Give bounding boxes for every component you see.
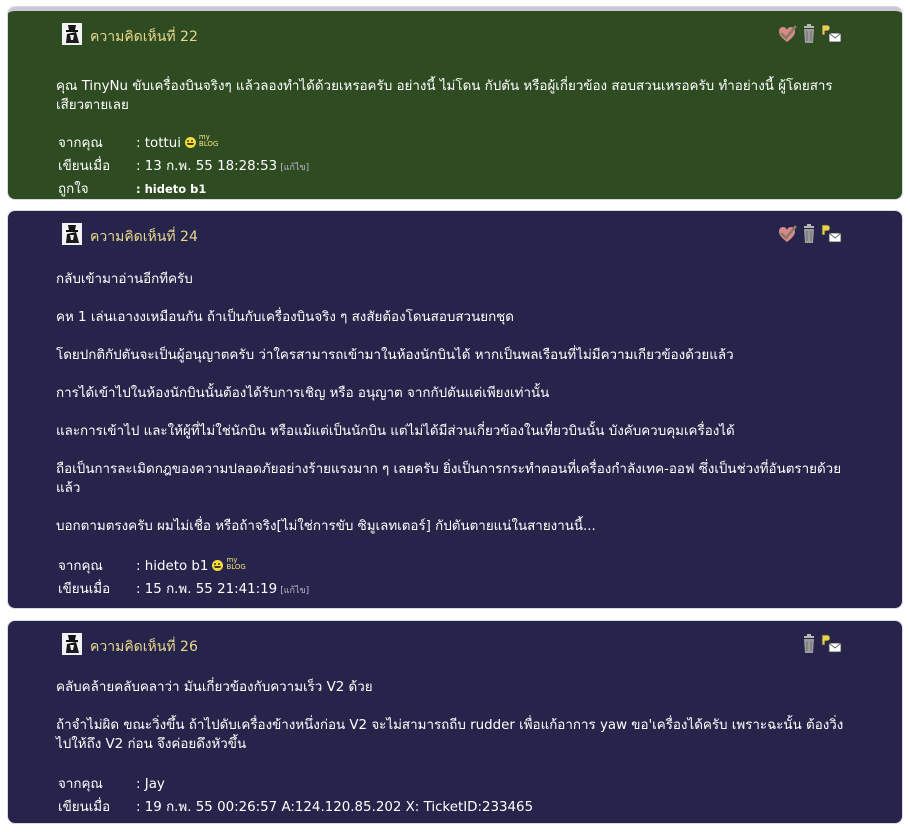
- edit-link[interactable]: [แก้ไข]: [280, 586, 309, 596]
- comment-body: คุณ TinyNu ขับเครื่องบินจริงๆ แล้วลองทำไ…: [56, 77, 854, 115]
- trash-icon[interactable]: [798, 223, 820, 245]
- author-name[interactable]: : tottui: [136, 136, 181, 151]
- comment-title: ความคิดเห็นที่ 26: [90, 639, 198, 655]
- author-name[interactable]: : hideto b1: [136, 559, 208, 574]
- comment-paragraph: ถือเป็นการละเมิดกฎของความปลอดภัยอย่างร้า…: [56, 462, 842, 496]
- comment-paragraph: คลับคล้ายคลับคลาว่า มันเกี่ยวข้องกับความ…: [56, 680, 373, 695]
- written-label: เขียนเมื่อ: [58, 159, 111, 174]
- written-timestamp: : 15 ก.พ. 55 21:41:19: [136, 582, 278, 597]
- comment-header: ความคิดเห็นที่ 26: [62, 633, 902, 657]
- myblog-icon[interactable]: my BLOG: [199, 134, 218, 148]
- comment-paragraph: คห 1 เล่นเอางงเหมือนกัน ถ้าเป็นกับเครื่อ…: [56, 310, 514, 325]
- check-heart-icon[interactable]: [776, 223, 798, 245]
- comment-header: ความคิดเห็นที่ 22: [62, 23, 902, 47]
- trash-icon[interactable]: [798, 23, 820, 45]
- comment-paragraph: กลับเข้ามาอ่านอีกทีครับ: [56, 272, 193, 287]
- comment-body: กลับเข้ามาอ่านอีกทีครับ คห 1 เล่นเอางงเห…: [56, 270, 854, 536]
- written-label: เขียนเมื่อ: [58, 582, 111, 597]
- author-label: จากคุณ: [58, 559, 103, 574]
- comment-title: ความคิดเห็นที่ 22: [90, 29, 198, 45]
- myblog-icon[interactable]: my BLOG: [226, 557, 245, 571]
- comment-card-22: ความคิดเห็นที่ 22 คุณ TinyNu ขับเครื่องบ…: [8, 7, 902, 199]
- author-label: จากคุณ: [58, 136, 103, 151]
- hat-avatar-icon: [62, 23, 82, 45]
- liked-by: : hideto b1: [136, 182, 207, 196]
- edit-link[interactable]: [แก้ไข]: [280, 163, 309, 173]
- comment-card-24: ความคิดเห็นที่ 24 กลับเข้ามาอ่านอีกทีครั…: [8, 211, 902, 608]
- hat-avatar-icon: [62, 223, 82, 245]
- trash-icon[interactable]: [798, 633, 820, 655]
- check-heart-icon[interactable]: [776, 23, 798, 45]
- comment-paragraph: และการเข้าไป และให้ผู้ที่ไม่ใช่นักบิน หร…: [56, 424, 735, 439]
- liked-label: ถูกใจ: [58, 182, 89, 197]
- send-message-icon[interactable]: [820, 223, 842, 245]
- send-message-icon[interactable]: [820, 633, 842, 655]
- written-timestamp: : 19 ก.พ. 55 00:26:57 A:124.120.85.202 X…: [136, 800, 534, 815]
- written-label: เขียนเมื่อ: [58, 800, 111, 815]
- author-label: จากคุณ: [58, 777, 103, 792]
- comment-paragraph: บอกตามตรงครับ ผมไม่เชื่อ หรือถ้าจริง[ไม่…: [56, 519, 596, 534]
- smiley-icon[interactable]: [184, 137, 196, 148]
- comment-header: ความคิดเห็นที่ 24: [62, 223, 902, 247]
- written-timestamp: : 13 ก.พ. 55 18:28:53: [136, 159, 278, 174]
- hat-avatar-icon: [62, 633, 82, 655]
- comment-paragraph: คุณ TinyNu ขับเครื่องบินจริงๆ แล้วลองทำไ…: [56, 79, 833, 113]
- comment-body: คลับคล้ายคลับคลาว่า มันเกี่ยวข้องกับความ…: [56, 678, 854, 754]
- smiley-icon[interactable]: [212, 560, 224, 571]
- comment-paragraph: ถ้าจำไม่ผิด ขณะวิ่งขึ้น ถ้าไปดับเครื่องข…: [56, 718, 844, 752]
- comment-title: ความคิดเห็นที่ 24: [90, 229, 198, 245]
- comment-card-26: ความคิดเห็นที่ 26 คลับคล้ายคลับคลาว่า มั…: [8, 621, 902, 823]
- author-name: : Jay: [136, 777, 165, 792]
- comment-paragraph: การได้เข้าไปในห้องนักบินนั้นต้องได้รับกา…: [56, 386, 550, 401]
- send-message-icon[interactable]: [820, 23, 842, 45]
- comment-paragraph: โดยปกติกัปตันจะเป็นผู้อนุญาตครับ ว่าใครส…: [56, 348, 734, 363]
